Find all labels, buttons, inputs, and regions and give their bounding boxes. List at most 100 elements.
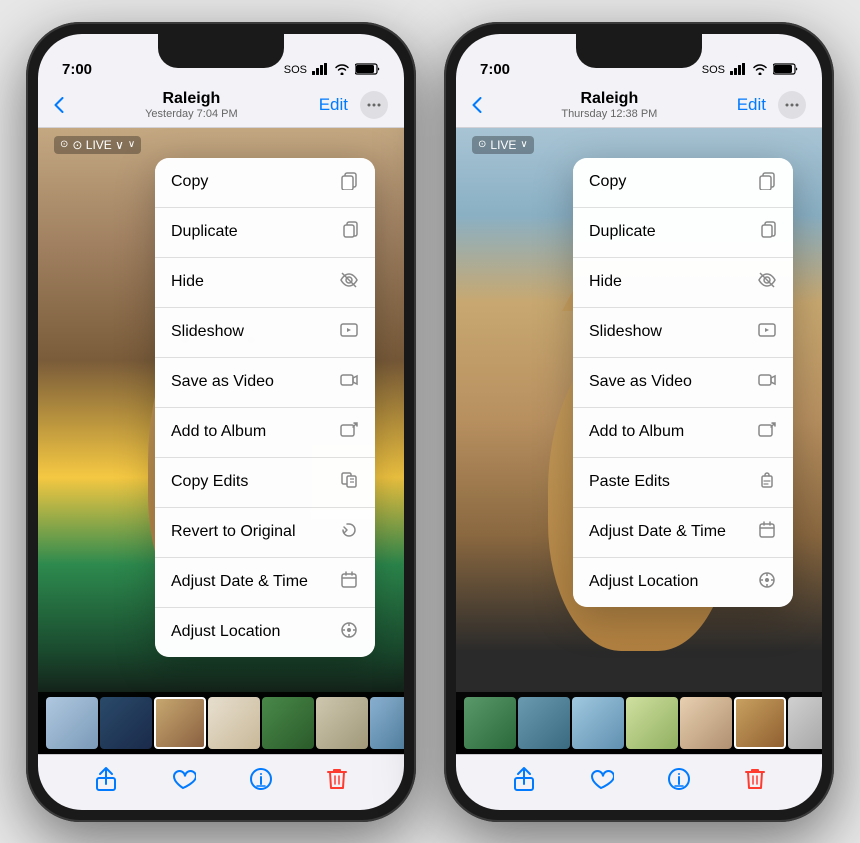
addalbum-icon-right [757, 420, 777, 445]
menu-duplicate-label-left: Duplicate [171, 223, 238, 241]
addalbum-icon-left [339, 420, 359, 445]
menu-addalbum-left[interactable]: Add to Album [155, 408, 375, 458]
nav-title-left: Raleigh Yesterday 7:04 PM [145, 90, 238, 120]
menu-copy-label-right: Copy [589, 173, 626, 191]
menu-slideshow-left[interactable]: Slideshow [155, 308, 375, 358]
more-button-right[interactable] [778, 91, 806, 119]
slideshow-icon-right [757, 320, 777, 345]
context-menu-right: Copy Duplicate Hide [573, 158, 793, 607]
thumb-r6[interactable] [734, 697, 786, 749]
menu-revert-left[interactable]: Revert to Original [155, 508, 375, 558]
nav-subtitle-right: Thursday 12:38 PM [561, 108, 657, 120]
datetime-icon-left [339, 570, 359, 595]
menu-savevideo-right[interactable]: Save as Video [573, 358, 793, 408]
delete-button-right[interactable] [744, 766, 766, 798]
menu-slideshow-label-right: Slideshow [589, 323, 662, 341]
phone-left-screen: 7:00 SOS [38, 34, 404, 810]
menu-duplicate-right[interactable]: Duplicate [573, 208, 793, 258]
thumbnail-strip-left [38, 692, 404, 754]
back-button-left[interactable] [54, 97, 64, 113]
info-button-right[interactable] [667, 766, 691, 798]
datetime-icon-right [757, 520, 777, 545]
menu-savevideo-left[interactable]: Save as Video [155, 358, 375, 408]
thumb-1-left[interactable] [46, 697, 98, 749]
thumb-r7[interactable] [788, 697, 822, 749]
thumb-2-left[interactable] [100, 697, 152, 749]
status-icons-right: SOS [702, 63, 798, 78]
menu-copyedits-label-left: Copy Edits [171, 473, 248, 491]
nav-bar-left: Raleigh Yesterday 7:04 PM Edit [38, 84, 404, 128]
thumb-r2[interactable] [518, 697, 570, 749]
menu-addalbum-label-right: Add to Album [589, 423, 684, 441]
hide-icon-right [757, 270, 777, 295]
edit-button-right[interactable]: Edit [737, 95, 766, 115]
signal-icon-left [312, 63, 329, 78]
menu-hide-label-left: Hide [171, 273, 204, 291]
thumb-3-left[interactable] [154, 697, 206, 749]
nav-title-text-right: Raleigh [561, 90, 657, 108]
menu-savevideo-label-left: Save as Video [171, 373, 274, 391]
thumb-r5[interactable] [680, 697, 732, 749]
menu-hide-right[interactable]: Hide [573, 258, 793, 308]
context-menu-left: Copy Duplicate Hide [155, 158, 375, 657]
thumb-5-left[interactable] [262, 697, 314, 749]
delete-button-left[interactable] [326, 766, 348, 798]
live-badge-right[interactable]: ⊙ LIVE ∨ [472, 136, 534, 154]
menu-copy-left[interactable]: Copy [155, 158, 375, 208]
menu-addalbum-label-left: Add to Album [171, 423, 266, 441]
back-button-right[interactable] [472, 97, 482, 113]
thumb-4-left[interactable] [208, 697, 260, 749]
wifi-icon-left [334, 63, 350, 78]
menu-hide-left[interactable]: Hide [155, 258, 375, 308]
status-icons-left: SOS [284, 63, 380, 78]
more-button-left[interactable] [360, 91, 388, 119]
menu-location-label-left: Adjust Location [171, 623, 280, 641]
duplicate-icon-right [757, 220, 777, 245]
thumb-r4[interactable] [626, 697, 678, 749]
sos-label-right: SOS [702, 64, 725, 76]
menu-location-label-right: Adjust Location [589, 573, 698, 591]
nav-title-text-left: Raleigh [145, 90, 238, 108]
duplicate-icon-left [339, 220, 359, 245]
favorite-button-right[interactable] [588, 767, 614, 797]
photo-left: ⊙ ⊙ LIVE ∨ ∨ Copy Duplicate [38, 128, 404, 710]
sos-label-left: SOS [284, 64, 307, 76]
menu-pasteedits-right[interactable]: Paste Edits [573, 458, 793, 508]
phone-right: 7:00 SOS [444, 22, 834, 822]
status-time-left: 7:00 [62, 61, 92, 78]
live-badge-left[interactable]: ⊙ ⊙ LIVE ∨ ∨ [54, 136, 141, 154]
location-icon-right [757, 570, 777, 595]
nav-title-right: Raleigh Thursday 12:38 PM [561, 90, 657, 120]
menu-location-left[interactable]: Adjust Location [155, 608, 375, 657]
menu-copy-right[interactable]: Copy [573, 158, 793, 208]
menu-slideshow-label-left: Slideshow [171, 323, 244, 341]
menu-revert-label-left: Revert to Original [171, 523, 296, 541]
slideshow-icon-left [339, 320, 359, 345]
thumb-6-left[interactable] [316, 697, 368, 749]
menu-copy-label-left: Copy [171, 173, 208, 191]
menu-copyedits-left[interactable]: Copy Edits [155, 458, 375, 508]
menu-savevideo-label-right: Save as Video [589, 373, 692, 391]
edit-button-left[interactable]: Edit [319, 95, 348, 115]
menu-datetime-right[interactable]: Adjust Date & Time [573, 508, 793, 558]
location-icon-left [339, 620, 359, 645]
share-button-right[interactable] [513, 766, 535, 798]
favorite-button-left[interactable] [170, 767, 196, 797]
menu-hide-label-right: Hide [589, 273, 622, 291]
phone-right-screen: 7:00 SOS [456, 34, 822, 810]
menu-addalbum-right[interactable]: Add to Album [573, 408, 793, 458]
thumb-7-left[interactable] [370, 697, 404, 749]
info-button-left[interactable] [249, 766, 273, 798]
share-button-left[interactable] [95, 766, 117, 798]
thumb-r3[interactable] [572, 697, 624, 749]
menu-slideshow-right[interactable]: Slideshow [573, 308, 793, 358]
phone-left: 7:00 SOS [26, 22, 416, 822]
thumbnail-strip-right [456, 692, 822, 754]
menu-location-right[interactable]: Adjust Location [573, 558, 793, 607]
menu-duplicate-left[interactable]: Duplicate [155, 208, 375, 258]
nav-actions-left: Edit [319, 91, 388, 119]
menu-datetime-left[interactable]: Adjust Date & Time [155, 558, 375, 608]
menu-datetime-label-right: Adjust Date & Time [589, 523, 726, 541]
wifi-icon-right [752, 63, 768, 78]
thumb-r1[interactable] [464, 697, 516, 749]
